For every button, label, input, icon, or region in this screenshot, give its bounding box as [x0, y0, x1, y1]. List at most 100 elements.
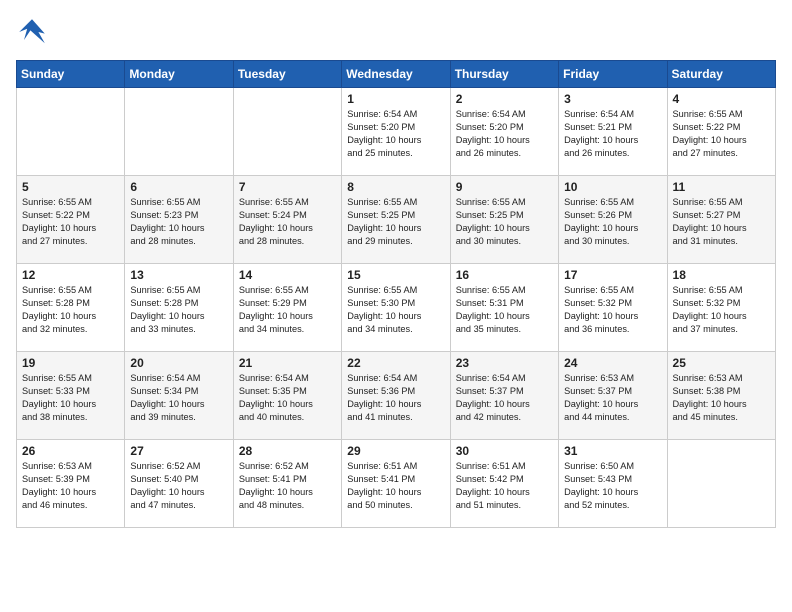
calendar-week-row: 1 Sunrise: 6:54 AM Sunset: 5:20 PM Daylig… [17, 88, 776, 176]
day-number: 15 [347, 268, 444, 282]
calendar-cell: 28 Sunrise: 6:52 AM Sunset: 5:41 PM Dayli… [233, 440, 341, 528]
day-number: 11 [673, 180, 770, 194]
calendar-cell [17, 88, 125, 176]
calendar-cell: 15 Sunrise: 6:55 AM Sunset: 5:30 PM Dayli… [342, 264, 450, 352]
weekday-header-row: SundayMondayTuesdayWednesdayThursdayFrid… [17, 61, 776, 88]
day-number: 12 [22, 268, 119, 282]
day-info: Sunrise: 6:55 AM Sunset: 5:28 PM Dayligh… [130, 284, 227, 336]
day-number: 8 [347, 180, 444, 194]
day-info: Sunrise: 6:53 AM Sunset: 5:38 PM Dayligh… [673, 372, 770, 424]
calendar-table: SundayMondayTuesdayWednesdayThursdayFrid… [16, 60, 776, 528]
day-info: Sunrise: 6:54 AM Sunset: 5:34 PM Dayligh… [130, 372, 227, 424]
calendar-cell: 30 Sunrise: 6:51 AM Sunset: 5:42 PM Dayli… [450, 440, 558, 528]
day-number: 31 [564, 444, 661, 458]
day-info: Sunrise: 6:55 AM Sunset: 5:30 PM Dayligh… [347, 284, 444, 336]
day-info: Sunrise: 6:55 AM Sunset: 5:32 PM Dayligh… [564, 284, 661, 336]
calendar-cell: 17 Sunrise: 6:55 AM Sunset: 5:32 PM Dayli… [559, 264, 667, 352]
day-number: 26 [22, 444, 119, 458]
day-info: Sunrise: 6:54 AM Sunset: 5:21 PM Dayligh… [564, 108, 661, 160]
weekday-header: Wednesday [342, 61, 450, 88]
calendar-cell: 12 Sunrise: 6:55 AM Sunset: 5:28 PM Dayli… [17, 264, 125, 352]
calendar-cell: 22 Sunrise: 6:54 AM Sunset: 5:36 PM Dayli… [342, 352, 450, 440]
day-number: 27 [130, 444, 227, 458]
weekday-header: Friday [559, 61, 667, 88]
day-number: 6 [130, 180, 227, 194]
calendar-cell: 4 Sunrise: 6:55 AM Sunset: 5:22 PM Daylig… [667, 88, 775, 176]
calendar-cell: 18 Sunrise: 6:55 AM Sunset: 5:32 PM Dayli… [667, 264, 775, 352]
day-number: 9 [456, 180, 553, 194]
calendar-cell [125, 88, 233, 176]
day-info: Sunrise: 6:55 AM Sunset: 5:22 PM Dayligh… [673, 108, 770, 160]
calendar-week-row: 12 Sunrise: 6:55 AM Sunset: 5:28 PM Dayli… [17, 264, 776, 352]
calendar-cell: 27 Sunrise: 6:52 AM Sunset: 5:40 PM Dayli… [125, 440, 233, 528]
weekday-header: Sunday [17, 61, 125, 88]
logo-icon [16, 16, 48, 48]
day-number: 29 [347, 444, 444, 458]
day-info: Sunrise: 6:53 AM Sunset: 5:39 PM Dayligh… [22, 460, 119, 512]
day-info: Sunrise: 6:55 AM Sunset: 5:26 PM Dayligh… [564, 196, 661, 248]
day-info: Sunrise: 6:55 AM Sunset: 5:25 PM Dayligh… [347, 196, 444, 248]
day-number: 21 [239, 356, 336, 370]
day-info: Sunrise: 6:51 AM Sunset: 5:42 PM Dayligh… [456, 460, 553, 512]
calendar-cell: 21 Sunrise: 6:54 AM Sunset: 5:35 PM Dayli… [233, 352, 341, 440]
day-number: 20 [130, 356, 227, 370]
calendar-week-row: 19 Sunrise: 6:55 AM Sunset: 5:33 PM Dayli… [17, 352, 776, 440]
day-info: Sunrise: 6:55 AM Sunset: 5:22 PM Dayligh… [22, 196, 119, 248]
day-number: 7 [239, 180, 336, 194]
calendar-cell: 26 Sunrise: 6:53 AM Sunset: 5:39 PM Dayli… [17, 440, 125, 528]
day-info: Sunrise: 6:55 AM Sunset: 5:23 PM Dayligh… [130, 196, 227, 248]
day-number: 18 [673, 268, 770, 282]
day-number: 14 [239, 268, 336, 282]
calendar-cell: 6 Sunrise: 6:55 AM Sunset: 5:23 PM Daylig… [125, 176, 233, 264]
weekday-header: Thursday [450, 61, 558, 88]
day-number: 1 [347, 92, 444, 106]
day-info: Sunrise: 6:53 AM Sunset: 5:37 PM Dayligh… [564, 372, 661, 424]
day-info: Sunrise: 6:55 AM Sunset: 5:24 PM Dayligh… [239, 196, 336, 248]
day-number: 19 [22, 356, 119, 370]
day-info: Sunrise: 6:55 AM Sunset: 5:25 PM Dayligh… [456, 196, 553, 248]
calendar-cell: 20 Sunrise: 6:54 AM Sunset: 5:34 PM Dayli… [125, 352, 233, 440]
day-info: Sunrise: 6:54 AM Sunset: 5:35 PM Dayligh… [239, 372, 336, 424]
page-header [16, 16, 776, 48]
calendar-cell: 1Sunrise: 6:54 AM Sunset: 5:20 PM Daylig… [342, 88, 450, 176]
day-number: 5 [22, 180, 119, 194]
day-number: 30 [456, 444, 553, 458]
day-number: 23 [456, 356, 553, 370]
calendar-cell: 9 Sunrise: 6:55 AM Sunset: 5:25 PM Daylig… [450, 176, 558, 264]
day-info: Sunrise: 6:50 AM Sunset: 5:43 PM Dayligh… [564, 460, 661, 512]
day-info: Sunrise: 6:52 AM Sunset: 5:40 PM Dayligh… [130, 460, 227, 512]
day-number: 24 [564, 356, 661, 370]
calendar-cell: 3 Sunrise: 6:54 AM Sunset: 5:21 PM Daylig… [559, 88, 667, 176]
calendar-cell: 10 Sunrise: 6:55 AM Sunset: 5:26 PM Dayli… [559, 176, 667, 264]
calendar-cell: 23 Sunrise: 6:54 AM Sunset: 5:37 PM Dayli… [450, 352, 558, 440]
weekday-header: Saturday [667, 61, 775, 88]
day-number: 28 [239, 444, 336, 458]
calendar-cell [233, 88, 341, 176]
day-info: Sunrise: 6:55 AM Sunset: 5:31 PM Dayligh… [456, 284, 553, 336]
calendar-week-row: 26 Sunrise: 6:53 AM Sunset: 5:39 PM Dayli… [17, 440, 776, 528]
day-info: Sunrise: 6:55 AM Sunset: 5:27 PM Dayligh… [673, 196, 770, 248]
day-info: Sunrise: 6:51 AM Sunset: 5:41 PM Dayligh… [347, 460, 444, 512]
day-info: Sunrise: 6:54 AM Sunset: 5:20 PM Dayligh… [456, 108, 553, 160]
day-number: 25 [673, 356, 770, 370]
calendar-cell: 29 Sunrise: 6:51 AM Sunset: 5:41 PM Dayli… [342, 440, 450, 528]
day-info: Sunrise: 6:52 AM Sunset: 5:41 PM Dayligh… [239, 460, 336, 512]
calendar-cell: 8 Sunrise: 6:55 AM Sunset: 5:25 PM Daylig… [342, 176, 450, 264]
day-info: Sunrise: 6:55 AM Sunset: 5:28 PM Dayligh… [22, 284, 119, 336]
day-number: 3 [564, 92, 661, 106]
day-number: 22 [347, 356, 444, 370]
calendar-cell: 2 Sunrise: 6:54 AM Sunset: 5:20 PM Daylig… [450, 88, 558, 176]
day-info: Sunrise: 6:54 AM Sunset: 5:37 PM Dayligh… [456, 372, 553, 424]
day-number: 10 [564, 180, 661, 194]
day-number: 13 [130, 268, 227, 282]
day-number: 17 [564, 268, 661, 282]
day-info: Sunrise: 6:55 AM Sunset: 5:32 PM Dayligh… [673, 284, 770, 336]
calendar-cell: 16Sunrise: 6:55 AM Sunset: 5:31 PM Dayli… [450, 264, 558, 352]
day-number: 4 [673, 92, 770, 106]
day-number: 2 [456, 92, 553, 106]
calendar-cell: 14Sunrise: 6:55 AM Sunset: 5:29 PM Dayli… [233, 264, 341, 352]
day-info: Sunrise: 6:55 AM Sunset: 5:33 PM Dayligh… [22, 372, 119, 424]
calendar-cell: 25 Sunrise: 6:53 AM Sunset: 5:38 PM Dayli… [667, 352, 775, 440]
calendar-cell: 13 Sunrise: 6:55 AM Sunset: 5:28 PM Dayli… [125, 264, 233, 352]
day-info: Sunrise: 6:54 AM Sunset: 5:36 PM Dayligh… [347, 372, 444, 424]
